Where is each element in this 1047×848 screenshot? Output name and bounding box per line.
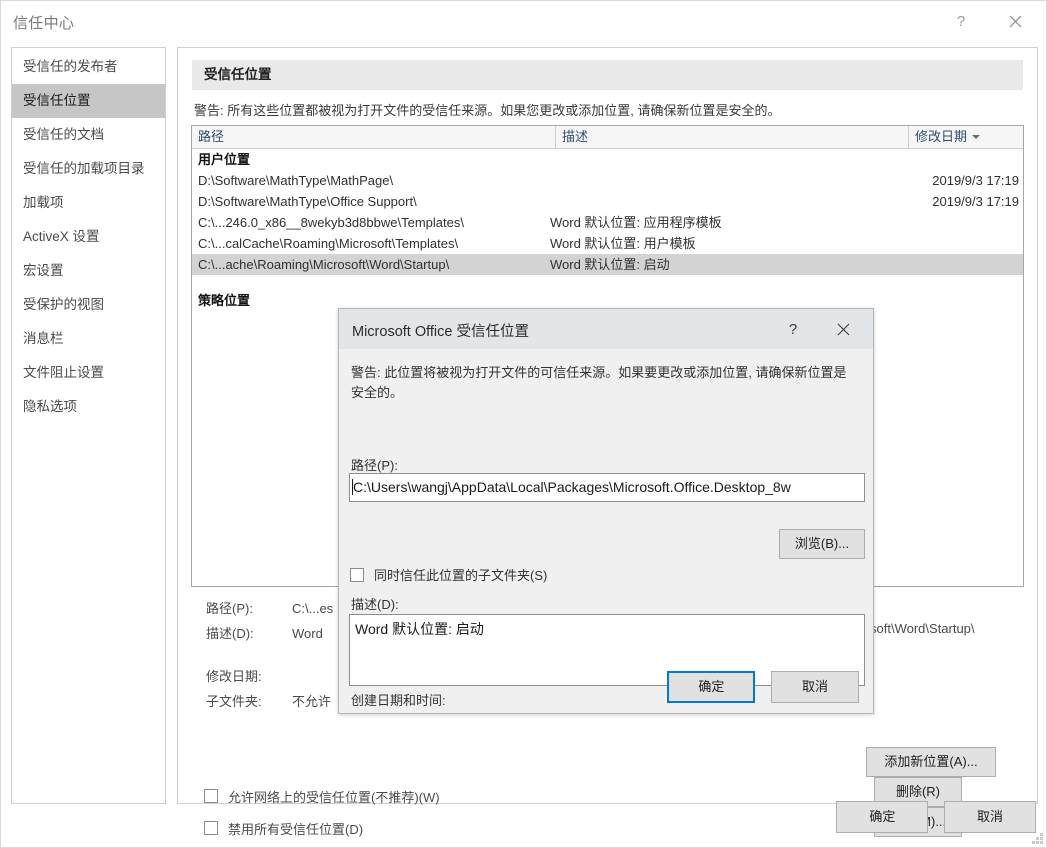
detail-description-row: 描述(D): Word <box>206 621 333 646</box>
cell-modified <box>905 254 1023 275</box>
column-header-description[interactable]: 描述 <box>556 126 909 148</box>
column-header-modified-label: 修改日期 <box>915 129 968 144</box>
sidebar-item-file-block-settings[interactable]: 文件阻止设置 <box>12 356 165 390</box>
sidebar-item-protected-view[interactable]: 受保护的视图 <box>12 288 165 322</box>
dialog-path-label: 路径(P): <box>351 455 398 474</box>
sidebar-item-trusted-documents[interactable]: 受信任的文档 <box>12 118 165 152</box>
table-row[interactable]: D:\Software\MathType\Office Support\ 201… <box>192 191 1023 212</box>
checkbox-label: 允许网络上的受信任位置(不推荐)(W) <box>228 789 440 805</box>
detail-description-label: 描述(D): <box>206 626 254 641</box>
sidebar-item-privacy-options[interactable]: 隐私选项 <box>12 390 165 424</box>
checkbox-box[interactable] <box>204 789 218 803</box>
group-label: 用户位置 <box>198 152 251 167</box>
dialog-path-label-text: 路径(P): <box>351 458 398 473</box>
selected-location-details: 路径(P): C:\...es 描述(D): Word 修改日期: 子文件夹: … <box>206 596 333 714</box>
cell-path: C:\...246.0_x86__8wekyb3d8bbwe\Templates… <box>198 215 464 230</box>
sidebar-item-trusted-publishers[interactable]: 受信任的发布者 <box>12 50 165 84</box>
cell-modified <box>905 233 1023 254</box>
checkbox-box[interactable] <box>204 821 218 835</box>
dialog-path-value: C:\Users\wangj\AppData\Local\Packages\Mi… <box>353 479 791 495</box>
detail-path-label: 路径(P): <box>206 601 253 616</box>
question-mark-icon: ? <box>956 12 966 30</box>
dialog-cancel-button[interactable]: 取消 <box>771 671 859 703</box>
dialog-description-label: 描述(D): <box>351 597 399 612</box>
cell-modified <box>905 212 1023 233</box>
dialog-body: 警告: 此位置将被视为打开文件的可信任来源。如果要更改或添加位置, 请确保新位置… <box>339 349 873 715</box>
list-body: 用户位置 D:\Software\MathType\MathPage\ 2019… <box>192 149 1023 311</box>
window-footer-buttons: 确定 取消 <box>836 801 1036 833</box>
checkbox-disable-all-trusted-locations[interactable]: 禁用所有受信任位置(D) <box>204 812 440 844</box>
sidebar-item-trusted-locations[interactable]: 受信任位置 <box>12 84 165 118</box>
window-title: 信任中心 <box>13 15 75 32</box>
dialog-titlebar: Microsoft Office 受信任位置 ? <box>339 309 873 349</box>
cell-description <box>550 191 905 212</box>
dialog-subfolder-checkbox[interactable]: 同时信任此位置的子文件夹(S) <box>350 565 547 584</box>
cell-description: Word 默认位置: 启动 <box>550 257 670 272</box>
detail-modified-label: 修改日期: <box>206 669 262 684</box>
dialog-close-button[interactable] <box>821 309 865 349</box>
checkbox-label: 禁用所有受信任位置(D) <box>228 821 364 837</box>
row-spacer <box>192 275 1023 290</box>
add-location-button[interactable]: 添加新位置(A)... <box>866 747 996 777</box>
cell-modified: 2019/9/3 17:19 <box>932 173 1019 188</box>
resize-grip-icon[interactable] <box>1031 832 1043 844</box>
browse-button[interactable]: 浏览(B)... <box>779 529 865 559</box>
trusted-location-dialog: Microsoft Office 受信任位置 ? 警告: 此位置将被视为打开文件… <box>338 308 874 714</box>
help-button[interactable]: ? <box>938 1 984 41</box>
ok-button[interactable]: 确定 <box>836 801 929 833</box>
sidebar-item-trusted-addin-catalogs[interactable]: 受信任的加载项目录 <box>12 152 165 186</box>
detail-subfolder-label: 子文件夹: <box>206 694 262 709</box>
cancel-button[interactable]: 取消 <box>944 801 1036 833</box>
cell-path: D:\Software\MathType\MathPage\ <box>198 173 394 188</box>
section-title: 受信任位置 <box>192 60 1023 90</box>
detail-path-value: C:\...es <box>292 601 334 616</box>
table-row[interactable]: C:\...246.0_x86__8wekyb3d8bbwe\Templates… <box>192 212 1023 233</box>
sidebar-item-activex-settings[interactable]: ActiveX 设置 <box>12 220 165 254</box>
detail-modified-row: 修改日期: <box>206 664 333 689</box>
detail-subfolder-value: 不允许 <box>292 694 332 709</box>
dialog-title: Microsoft Office 受信任位置 <box>352 324 529 340</box>
bottom-checkbox-group: 允许网络上的受信任位置(不推荐)(W) 禁用所有受信任位置(D) <box>204 780 440 844</box>
checkbox-allow-network-locations[interactable]: 允许网络上的受信任位置(不推荐)(W) <box>204 780 440 812</box>
detail-description-value: Word <box>292 626 323 641</box>
close-button[interactable] <box>992 1 1038 41</box>
sidebar-item-message-bar[interactable]: 消息栏 <box>12 322 165 356</box>
dialog-footer-buttons: 确定 取消 <box>339 671 873 703</box>
sidebar-item-macro-settings[interactable]: 宏设置 <box>12 254 165 288</box>
warning-text: 警告: 所有这些位置都被视为打开文件的受信任来源。如果您更改或添加位置, 请确保… <box>194 103 781 118</box>
window-titlebar: 信任中心 ? <box>1 1 1046 41</box>
detail-subfolder-row: 子文件夹: 不允许 <box>206 689 333 714</box>
table-row[interactable]: C:\...ache\Roaming\Microsoft\Word\Startu… <box>192 254 1023 275</box>
column-header-modified[interactable]: 修改日期 <box>909 126 1023 148</box>
cell-description: Word 默认位置: 应用程序模板 <box>550 215 722 230</box>
group-header-user-locations: 用户位置 <box>192 149 1023 170</box>
sort-descending-icon <box>972 134 981 139</box>
cell-modified: 2019/9/3 17:19 <box>932 194 1019 209</box>
cell-path: C:\...calCache\Roaming\Microsoft\Templat… <box>198 236 459 251</box>
detail-path-value-tail: soft\Word\Startup\ <box>870 621 975 636</box>
cell-path: D:\Software\MathType\Office Support\ <box>198 194 417 209</box>
question-mark-icon: ? <box>788 320 798 338</box>
column-header-path[interactable]: 路径 <box>192 126 556 148</box>
dialog-ok-button[interactable]: 确定 <box>667 671 756 703</box>
dialog-help-button[interactable]: ? <box>771 309 815 349</box>
checkbox-box[interactable] <box>350 567 364 582</box>
detail-path-row: 路径(P): C:\...es <box>206 596 333 621</box>
list-header: 路径 描述 修改日期 <box>192 126 1023 149</box>
cell-description <box>550 170 905 191</box>
checkbox-label: 同时信任此位置的子文件夹(S) <box>374 568 548 583</box>
cell-description: Word 默认位置: 用户模板 <box>550 236 696 251</box>
trust-center-window: 信任中心 ? 受信任的发布者 受信任位置 受信任的文档 受信任的加载项目录 加载… <box>0 0 1047 848</box>
category-sidebar: 受信任的发布者 受信任位置 受信任的文档 受信任的加载项目录 加载项 Activ… <box>11 47 166 804</box>
close-icon <box>1009 15 1021 27</box>
detail-spacer <box>206 646 333 664</box>
table-row[interactable]: D:\Software\MathType\MathPage\ 2019/9/3 … <box>192 170 1023 191</box>
sidebar-item-addins[interactable]: 加载项 <box>12 186 165 220</box>
dialog-warning-text: 警告: 此位置将被视为打开文件的可信任来源。如果要更改或添加位置, 请确保新位置… <box>351 365 847 400</box>
cell-path: C:\...ache\Roaming\Microsoft\Word\Startu… <box>198 257 450 272</box>
dialog-path-input[interactable]: C:\Users\wangj\AppData\Local\Packages\Mi… <box>349 473 865 502</box>
table-row[interactable]: C:\...calCache\Roaming\Microsoft\Templat… <box>192 233 1023 254</box>
close-icon <box>837 323 849 335</box>
